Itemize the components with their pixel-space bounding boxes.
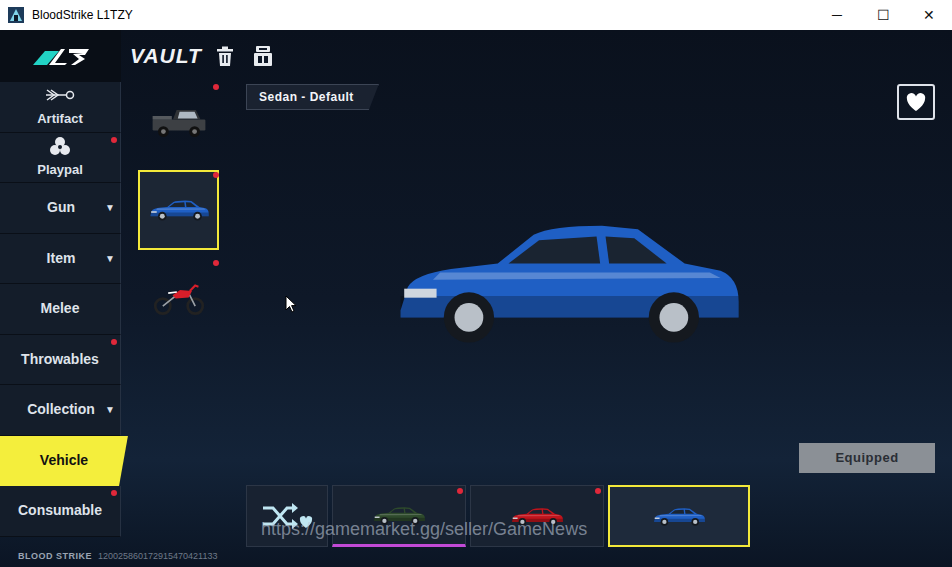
sidebar-item[interactable]: Artifact xyxy=(0,82,121,133)
skin-tile[interactable] xyxy=(332,485,466,547)
expand-arrow: ▼ xyxy=(104,402,116,417)
trash-icon[interactable] xyxy=(214,45,236,67)
new-dot xyxy=(111,137,117,143)
vehicle-thumb[interactable] xyxy=(138,82,219,162)
vault-title: VAULT xyxy=(121,40,202,72)
new-dot xyxy=(595,488,601,494)
new-dot xyxy=(213,172,219,178)
new-dot xyxy=(111,339,117,345)
sidebar-label: Throwables xyxy=(4,349,116,370)
new-dot xyxy=(213,260,219,266)
sidebar-label: Gun xyxy=(4,197,104,218)
skin-tile[interactable] xyxy=(608,485,750,547)
sidebar-item[interactable]: Melee xyxy=(0,284,121,335)
footer: BLOOD STRIKE 120025860172915470421133 xyxy=(0,547,952,567)
sidebar-label: Vehicle xyxy=(4,450,124,471)
app-icon xyxy=(8,7,24,23)
sidebar-label: Melee xyxy=(4,298,116,319)
random-skin-button[interactable] xyxy=(246,485,328,547)
category-sidebar: ArtifactPlaypalGun▼Item▼MeleeThrowablesC… xyxy=(0,82,121,547)
logo-icon xyxy=(0,30,121,82)
vehicle-stage: Sedan - Default Equipped https://gamemar… xyxy=(225,82,952,547)
expand-arrow: ▼ xyxy=(104,251,116,266)
motorbike-icon xyxy=(152,279,206,317)
sidebar-item[interactable]: Gun▼ xyxy=(0,183,121,234)
skin-list xyxy=(225,485,952,547)
sidebar-label: Artifact xyxy=(37,109,83,129)
vehicle-name: Sedan - Default xyxy=(246,84,379,110)
car-icon xyxy=(372,504,426,527)
vehicle-thumb[interactable] xyxy=(138,258,219,338)
game-screen: VAULT ArtifactPlaypalGun▼Item▼MeleeThrow… xyxy=(0,30,952,567)
sidebar-item[interactable]: Throwables xyxy=(0,335,121,386)
sidebar-label: Collection xyxy=(4,399,104,420)
sidebar-label: Consumable xyxy=(4,500,116,521)
sidebar-item[interactable]: Vehicle xyxy=(0,436,128,487)
sidebar-label: Item xyxy=(4,248,104,269)
truck-icon xyxy=(149,104,209,140)
sidebar-item[interactable]: Item▼ xyxy=(0,234,121,285)
sidebar-item[interactable]: Collection▼ xyxy=(0,385,121,436)
expand-arrow: ▼ xyxy=(104,200,116,215)
minimize-button[interactable]: ─ xyxy=(814,0,860,30)
new-dot xyxy=(213,84,219,90)
car-icon xyxy=(652,505,706,528)
playpal-icon xyxy=(45,136,75,156)
player-id: 120025860172915470421133 xyxy=(98,550,217,564)
favorite-button[interactable] xyxy=(897,84,935,120)
new-dot xyxy=(457,488,463,494)
wardrobe-icon[interactable] xyxy=(252,45,274,67)
window-title: BloodStrike L1TZY xyxy=(32,6,814,24)
car-icon xyxy=(510,505,564,528)
sedan-icon xyxy=(386,206,746,357)
vehicle-thumb[interactable] xyxy=(138,170,219,250)
skin-tile[interactable] xyxy=(470,485,604,547)
maximize-button[interactable]: ☐ xyxy=(860,0,906,30)
artifact-icon xyxy=(45,85,75,105)
vehicle-list xyxy=(121,82,225,547)
watermark: https://gamemarket.gg/seller/GameNews xyxy=(261,516,587,543)
sedan-icon xyxy=(148,197,210,223)
sidebar-label: Playpal xyxy=(37,160,83,180)
cursor-icon xyxy=(285,295,297,313)
vehicle-model[interactable] xyxy=(225,124,952,439)
new-dot xyxy=(111,490,117,496)
close-button[interactable]: ✕ xyxy=(906,0,952,30)
footer-brand: BLOOD STRIKE xyxy=(18,550,92,564)
equipped-button[interactable]: Equipped xyxy=(799,443,935,473)
sidebar-item[interactable]: Playpal xyxy=(0,133,121,184)
shuffle-icon xyxy=(261,500,313,532)
title-bar: BloodStrike L1TZY ─☐✕ xyxy=(0,0,952,30)
sidebar-item[interactable]: Consumable xyxy=(0,486,121,537)
heart-icon xyxy=(905,92,927,112)
